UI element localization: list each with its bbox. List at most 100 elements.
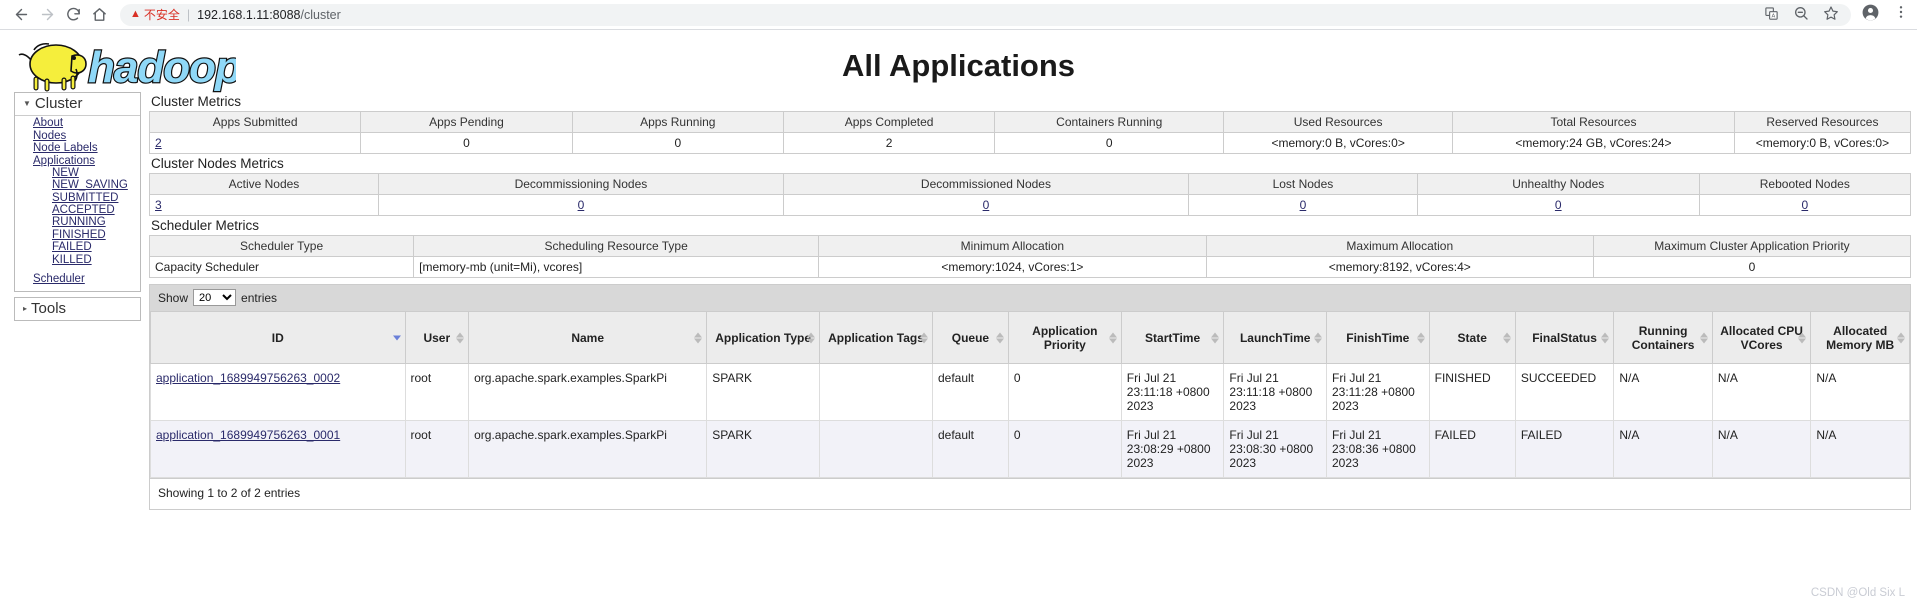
forward-arrow-icon[interactable] (34, 2, 60, 28)
val-rebooted-nodes[interactable]: 0 (1698, 194, 1911, 216)
table-row[interactable]: application_1689949756263_0001 root org.… (150, 420, 1910, 478)
col-decommissioning-nodes: Decommissioning Nodes (377, 173, 784, 195)
sidebar-item-state-running[interactable]: RUNNING (52, 216, 140, 229)
applications-table: ID User Name Application Type Applicatio… (150, 311, 1910, 478)
col-finalstatus-label: FinalStatus (1532, 330, 1597, 345)
val-decommissioned-nodes[interactable]: 0 (782, 194, 1189, 216)
decommissioning-nodes-link[interactable]: 0 (578, 198, 585, 212)
table-row: Capacity Scheduler [memory-mb (unit=Mi),… (149, 256, 1911, 278)
watermark: CSDN @Old Six L (1810, 587, 1905, 599)
decommissioned-nodes-link[interactable]: 0 (983, 198, 990, 212)
sidebar-item-nodes[interactable]: Nodes (33, 130, 140, 142)
cell-name: org.apache.spark.examples.SparkPi (468, 363, 708, 421)
val-containers-running: 0 (994, 132, 1225, 154)
col-containers-running: Containers Running (994, 111, 1225, 133)
sidebar-cluster-header[interactable]: ▼ Cluster (15, 93, 140, 116)
home-icon[interactable] (86, 2, 112, 28)
cell-id[interactable]: application_1689949756263_0001 (150, 420, 406, 478)
hadoop-logo[interactable]: hadoop (0, 30, 1917, 93)
col-finalstatus[interactable]: FinalStatus (1514, 311, 1615, 364)
cell-running-containers: N/A (1613, 420, 1713, 478)
active-nodes-link[interactable]: 3 (155, 198, 162, 212)
col-allocated-cpu-vcores-label: Allocated CPU VCores (1720, 323, 1803, 352)
sidebar-item-state-accepted[interactable]: ACCEPTED (52, 204, 140, 217)
back-arrow-icon[interactable] (8, 2, 34, 28)
sidebar-item-state-failed[interactable]: FAILED (52, 241, 140, 254)
sort-icon (919, 332, 928, 343)
val-unhealthy-nodes[interactable]: 0 (1416, 194, 1700, 216)
sidebar-item-state-new-saving[interactable]: NEW_SAVING (52, 179, 140, 192)
sidebar-item-about[interactable]: About (33, 117, 140, 130)
sidebar-item-state-new[interactable]: NEW (52, 167, 140, 180)
cluster-nodes-metrics-title: Cluster Nodes Metrics (151, 156, 284, 171)
application-id-link[interactable]: application_1689949756263_0002 (156, 371, 340, 385)
svg-text:hadoop: hadoop (88, 43, 236, 92)
table-row[interactable]: application_1689949756263_0002 root org.… (150, 363, 1910, 421)
col-name[interactable]: Name (468, 311, 708, 364)
col-state-label: State (1457, 330, 1487, 345)
sort-icon (1314, 332, 1322, 343)
entries-label: entries (241, 290, 278, 305)
cell-name: org.apache.spark.examples.SparkPi (468, 420, 708, 478)
sidebar-tools-section: ▸ Tools (14, 296, 141, 321)
translate-icon[interactable]: A (1764, 6, 1779, 24)
three-dot-menu-icon[interactable] (1893, 4, 1909, 25)
col-application-type-label: Application Type (715, 330, 812, 345)
val-maximum-allocation: <memory:8192, vCores:4> (1205, 256, 1594, 278)
reload-icon[interactable] (60, 2, 86, 28)
col-launchtime[interactable]: LaunchTime (1223, 311, 1327, 364)
col-application-type[interactable]: Application Type (706, 311, 821, 364)
cell-id[interactable]: application_1689949756263_0002 (150, 363, 406, 421)
sidebar-item-scheduler[interactable]: Scheduler (33, 273, 140, 286)
cell-finalstatus: SUCCEEDED (1514, 363, 1615, 421)
col-finishtime[interactable]: FinishTime (1326, 311, 1430, 364)
address-bar[interactable]: ▲ 不安全 | 192.168.1.11:8088/cluster A (120, 3, 1851, 26)
sidebar-item-state-submitted[interactable]: SUBMITTED (52, 192, 140, 204)
col-user[interactable]: User (404, 311, 470, 364)
sidebar-cluster-list: About Nodes Node Labels Applications NEW… (15, 116, 140, 291)
col-starttime[interactable]: StartTime (1120, 311, 1225, 364)
url-path: /cluster (300, 7, 341, 22)
col-application-priority-label: Application Priority (1032, 323, 1098, 352)
col-queue[interactable]: Queue (931, 311, 1009, 364)
col-apps-completed: Apps Completed (782, 111, 996, 133)
col-id[interactable]: ID (150, 311, 406, 364)
cell-finalstatus: FAILED (1514, 420, 1615, 478)
col-running-containers[interactable]: Running Containers (1613, 311, 1713, 364)
cluster-metrics-wrap: Apps Submitted Apps Pending Apps Running… (149, 111, 1911, 154)
cell-allocated-cpu-vcores: N/A (1711, 363, 1812, 421)
zoom-out-icon[interactable] (1793, 5, 1809, 24)
lost-nodes-link[interactable]: 0 (1300, 198, 1307, 212)
col-allocated-memory-mb[interactable]: Allocated Memory MB (1810, 311, 1910, 364)
cell-state: FAILED (1428, 420, 1516, 478)
col-unhealthy-nodes: Unhealthy Nodes (1416, 173, 1700, 195)
col-max-cluster-app-priority: Maximum Cluster Application Priority (1592, 235, 1911, 257)
application-id-link[interactable]: application_1689949756263_0001 (156, 428, 340, 442)
col-application-priority[interactable]: Application Priority (1007, 311, 1122, 364)
col-allocated-cpu-vcores[interactable]: Allocated CPU VCores (1711, 311, 1812, 364)
profile-icon[interactable] (1861, 3, 1880, 27)
col-state[interactable]: State (1428, 311, 1516, 364)
cell-queue: default (931, 420, 1009, 478)
val-lost-nodes[interactable]: 0 (1187, 194, 1418, 216)
table-row: 3 0 0 0 0 0 (149, 194, 1911, 216)
val-apps-submitted[interactable]: 2 (149, 132, 362, 154)
sidebar-tools-header[interactable]: ▸ Tools (15, 297, 140, 320)
col-application-tags[interactable]: Application Tags (819, 311, 933, 364)
val-decommissioning-nodes[interactable]: 0 (377, 194, 784, 216)
sidebar-item-node-labels[interactable]: Node Labels (33, 142, 140, 155)
sort-icon (807, 332, 816, 343)
sidebar-item-state-finished[interactable]: FINISHED (52, 229, 140, 241)
page-size-select[interactable]: 20 50 100 (193, 289, 237, 306)
val-active-nodes[interactable]: 3 (149, 194, 379, 216)
unhealthy-nodes-link[interactable]: 0 (1555, 198, 1562, 212)
sidebar-item-state-killed[interactable]: KILLED (52, 254, 140, 266)
sort-icon (1502, 332, 1511, 343)
star-icon[interactable] (1823, 5, 1839, 24)
sort-icon (1798, 332, 1807, 343)
rebooted-nodes-link[interactable]: 0 (1801, 198, 1808, 212)
cell-launchtime: Fri Jul 21 23:08:30 +0800 2023 (1223, 420, 1327, 478)
cell-application-priority: 0 (1007, 363, 1122, 421)
apps-submitted-link[interactable]: 2 (155, 136, 162, 150)
sidebar-item-applications[interactable]: Applications (33, 155, 140, 167)
